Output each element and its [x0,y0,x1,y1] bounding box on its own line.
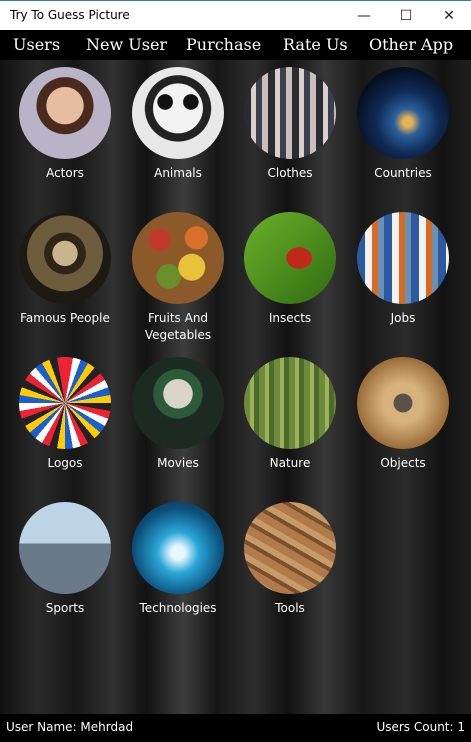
menu-rate-us[interactable]: Rate Us [283,35,348,54]
panda-icon [132,67,224,159]
category-label: Nature [269,456,311,470]
category-animals[interactable]: Animals [123,67,233,182]
digital-hand-icon [132,502,224,594]
users-count-label: Users Count: 1 [376,720,465,734]
category-nature[interactable]: Nature [235,357,345,472]
maximize-button[interactable]: ☐ [385,1,427,30]
close-icon: ✕ [443,7,455,24]
menu-users[interactable]: Users [13,35,60,54]
window-title: Try To Guess Picture [10,8,130,22]
fashion-models-icon [244,67,336,159]
category-label: Animals [154,166,202,180]
minimize-icon: — [357,7,371,24]
athletes-icon [19,502,111,594]
category-fruits-and-vegetables[interactable]: Fruits And Vegetables [123,212,233,344]
menu-bar: Users New User Purchase Rate Us Other Ap… [0,30,471,60]
minimize-button[interactable]: — [343,1,385,30]
title-bar: Try To Guess Picture — ☐ ✕ [0,0,471,30]
category-label: Technologies [139,601,217,615]
maximize-icon: ☐ [399,7,413,24]
category-technologies[interactable]: Technologies [123,502,233,617]
category-label: Jobs [390,311,416,325]
category-label: Actors [46,166,84,180]
category-insects[interactable]: Insects [235,212,345,327]
close-button[interactable]: ✕ [428,1,470,30]
category-label: Clothes [267,166,313,180]
forest-bird-icon [244,357,336,449]
category-logos[interactable]: Logos [10,357,120,472]
category-label: Famous People [20,311,110,325]
category-clothes[interactable]: Clothes [235,67,345,182]
status-bar: User Name: Mehrdad Users Count: 1 [0,714,471,742]
category-label: Fruits And Vegetables [144,311,212,342]
fruit-basket-icon [132,212,224,304]
category-famous-people[interactable]: Famous People [10,212,120,327]
category-movies[interactable]: Movies [123,357,233,472]
category-countries[interactable]: Countries [348,67,458,182]
category-sports[interactable]: Sports [10,502,120,617]
ladybug-icon [244,212,336,304]
decorative-egg-icon [357,357,449,449]
category-label: Tools [275,601,305,615]
category-label: Logos [47,456,83,470]
tools-icon [244,502,336,594]
category-label: Insects [268,311,312,325]
menu-new-user[interactable]: New User [86,35,167,54]
category-label: Countries [374,166,432,180]
workers-group-icon [357,212,449,304]
earth-night-icon [357,67,449,159]
category-label: Objects [380,456,426,470]
logo-collage-icon [19,357,111,449]
category-actors[interactable]: Actors [10,67,120,182]
category-grid: Actors Animals Clothes Countries Famous … [0,60,471,714]
user-name-label: User Name: Mehrdad [6,720,134,734]
category-tools[interactable]: Tools [235,502,345,617]
category-label: Sports [45,601,85,615]
lincoln-portrait-icon [19,212,111,304]
menu-other-app[interactable]: Other App [369,35,453,54]
menu-purchase[interactable]: Purchase [186,35,261,54]
category-label: Movies [157,456,199,470]
category-objects[interactable]: Objects [348,357,458,472]
joker-icon [132,357,224,449]
actress-portrait-icon [19,67,111,159]
category-jobs[interactable]: Jobs [348,212,458,327]
